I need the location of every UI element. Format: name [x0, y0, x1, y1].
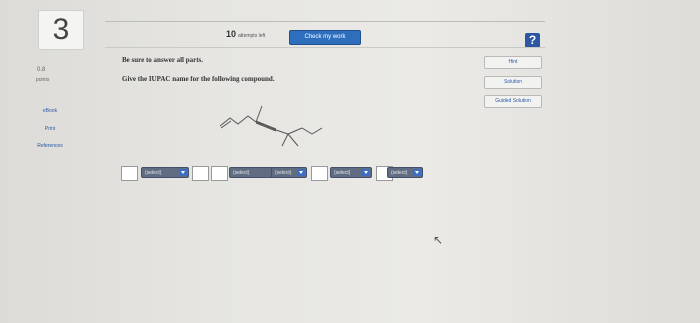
- ebook-link[interactable]: eBook: [0, 108, 100, 114]
- answer-blank-box[interactable]: [121, 166, 138, 181]
- chevron-down-icon: [362, 169, 370, 176]
- content-divider: [105, 47, 545, 48]
- attempts-count: 10: [226, 29, 237, 39]
- select-value: (select): [233, 170, 250, 176]
- instruction-answer-all: Be sure to answer all parts.: [122, 56, 204, 64]
- chevron-down-icon: [179, 169, 187, 176]
- points-value: 0.8: [37, 67, 46, 73]
- answer-blank-box[interactable]: [311, 166, 328, 181]
- select-value: (select): [391, 170, 408, 176]
- header-divider: [105, 21, 545, 22]
- question-number: 3: [38, 10, 84, 50]
- print-link[interactable]: Print: [0, 126, 100, 132]
- instruction-iupac: Give the IUPAC name for the following co…: [122, 75, 275, 83]
- answer-select-1[interactable]: (select): [141, 167, 189, 178]
- points-label: points: [36, 77, 50, 83]
- references-link[interactable]: References: [0, 143, 100, 149]
- compound-structure: [219, 105, 323, 147]
- hint-button[interactable]: Hint: [484, 56, 542, 69]
- page-background: 3 0.8 points eBook Print References 10 at…: [0, 0, 700, 323]
- attempts-label: attempts left: [238, 33, 266, 39]
- select-value: (select): [275, 170, 292, 176]
- select-value: (select): [145, 170, 162, 176]
- answer-select-4[interactable]: (select): [330, 167, 372, 178]
- answer-select-5[interactable]: (select): [387, 167, 423, 178]
- attempts-indicator: 10 attempts left: [226, 29, 265, 39]
- answer-blank-box[interactable]: [192, 166, 209, 181]
- solution-button[interactable]: Solution: [484, 76, 542, 89]
- help-icon[interactable]: ?: [525, 33, 540, 48]
- chevron-down-icon: [297, 169, 305, 176]
- answer-select-3[interactable]: (select): [271, 167, 307, 178]
- chevron-down-icon: [413, 169, 421, 176]
- guided-solution-button[interactable]: Guided Solution: [484, 95, 542, 108]
- mouse-pointer-icon: ↖: [433, 233, 444, 247]
- answer-blank-box[interactable]: [211, 166, 228, 181]
- select-value: (select): [334, 170, 351, 176]
- check-my-work-button[interactable]: Check my work: [289, 30, 361, 45]
